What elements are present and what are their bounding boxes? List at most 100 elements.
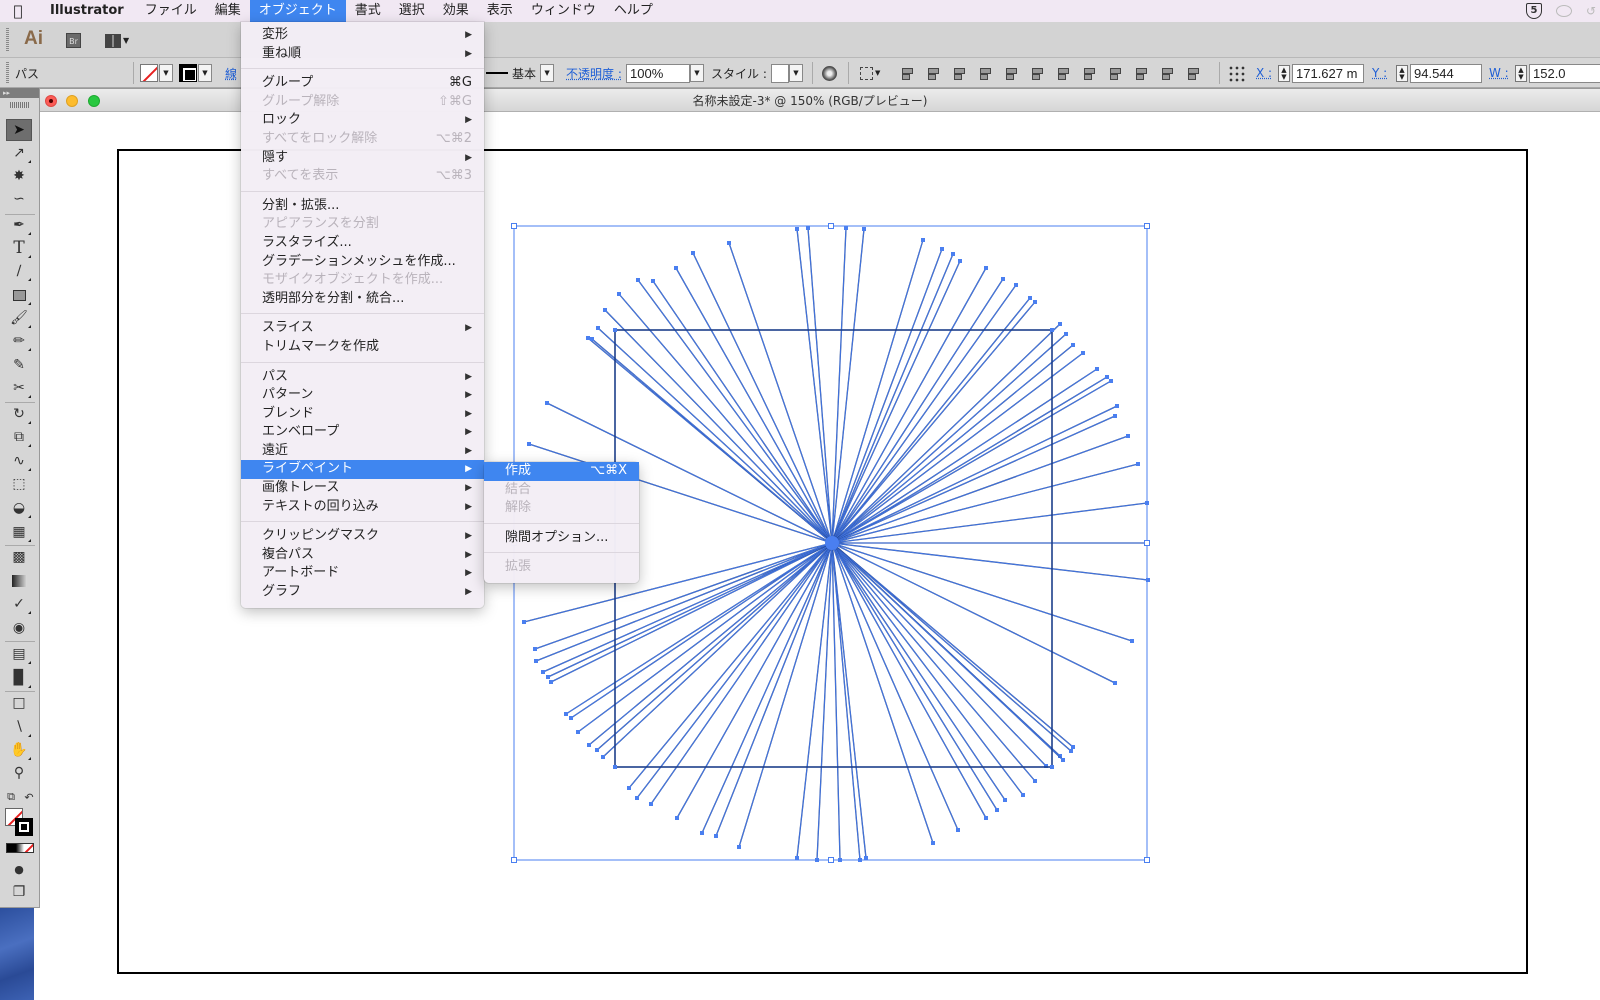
stroke-style-dropdown[interactable]: ▼ (540, 64, 555, 82)
align-top-icon[interactable] (978, 66, 992, 80)
object-menu-item[interactable]: 画像トレース ▶ (241, 479, 484, 498)
align-vertical-center-icon[interactable] (1004, 66, 1018, 80)
w-input[interactable]: 152.0 (1529, 63, 1600, 83)
object-menu-item[interactable]: アートボード ▶ (241, 564, 484, 583)
object-menu-item[interactable]: グラフ ▶ (241, 583, 484, 602)
shape-builder-tool[interactable]: ◒ (6, 497, 32, 519)
pencil-tool[interactable]: ✏ (6, 330, 32, 352)
stroke-style-control[interactable]: 基本 ▼ (486, 58, 555, 88)
graphic-style-dropdown[interactable]: ▼ (789, 64, 803, 82)
pen-tool[interactable]: ✒ (6, 214, 32, 236)
object-menu-item[interactable]: スライス ▶ (241, 319, 484, 338)
distribute-bottom-icon[interactable] (1108, 66, 1122, 80)
rotate-tool[interactable]: ↻ (6, 403, 32, 425)
object-menu-item[interactable]: ブレンド ▶ (241, 405, 484, 424)
eyedropper-tool[interactable]: ✓ (6, 593, 32, 615)
distribute-right-icon[interactable] (1186, 66, 1200, 80)
w-label[interactable]: W : (1489, 66, 1509, 80)
object-menu-item[interactable]: パターン ▶ (241, 386, 484, 405)
align-right-icon[interactable] (952, 66, 966, 80)
distribute-horizontal-center-icon[interactable] (1160, 66, 1174, 80)
fill-swatch-control[interactable]: ▼ (140, 58, 173, 88)
menu-select[interactable]: 選択 (390, 0, 434, 22)
hand-tool[interactable]: ✋ (6, 739, 32, 761)
object-menu-item[interactable]: パス ▶ (241, 368, 484, 387)
y-input[interactable]: 94.544 mm (1410, 63, 1482, 98)
graphic-style-control[interactable]: ▼ (771, 58, 803, 88)
object-menu-item[interactable]: ロック ▶ (241, 111, 484, 130)
menu-effect[interactable]: 効果 (434, 0, 478, 22)
object-menu-item[interactable]: テキストの回り込み ▶ (241, 498, 484, 517)
graphic-style-swatch[interactable] (771, 63, 789, 83)
shield-s-icon[interactable]: 5 (1525, 3, 1542, 19)
tools-panel-grip[interactable] (10, 102, 29, 108)
blob-brush-tool[interactable]: ✎ (6, 354, 32, 376)
tools-panel-collapse[interactable]: ▸▸ (0, 88, 39, 98)
object-menu-item[interactable]: 分割・拡張... (241, 197, 484, 216)
x-input[interactable]: 171.627 m (1292, 63, 1364, 83)
menu-view[interactable]: 表示 (478, 0, 522, 22)
y-label[interactable]: Y : (1372, 66, 1387, 80)
align-horizontal-center-icon[interactable] (926, 66, 940, 80)
object-menu-item[interactable]: エンベロープ ▶ (241, 423, 484, 442)
default-fill-stroke-icon[interactable]: ⧉ (2, 786, 20, 808)
object-menu-item[interactable]: 変形 ▶ (241, 26, 484, 45)
partial-icon[interactable]: ↺ (1586, 4, 1596, 18)
x-label[interactable]: X : (1256, 66, 1272, 80)
menu-illustrator[interactable]: Illustrator (36, 0, 136, 22)
magic-wand-tool[interactable]: ✸ (6, 165, 32, 187)
menu-object[interactable]: オブジェクト (249, 0, 346, 22)
swap-fill-stroke-icon[interactable]: ↶ (20, 786, 38, 808)
menu-window[interactable]: ウィンドウ (522, 0, 605, 22)
appbar-grip[interactable] (6, 28, 9, 52)
stroke-color-indicator[interactable] (15, 818, 33, 836)
menu-edit[interactable]: 編集 (206, 0, 250, 22)
line-segment-tool[interactable]: ∕ (6, 260, 32, 282)
scissors-tool[interactable]: ✂ (6, 377, 32, 399)
scale-tool[interactable]: ⧉ (6, 426, 32, 448)
perspective-grid-tool[interactable]: ▦ (6, 521, 32, 543)
column-graph-tool[interactable]: ▉ (6, 667, 32, 689)
bridge-button[interactable]: Br (66, 33, 81, 48)
live-paint-item[interactable]: 作成 ⌥⌘X (484, 462, 639, 481)
controlbar-grip[interactable] (6, 62, 9, 84)
align-bottom-icon[interactable] (1030, 66, 1044, 80)
puppet-warp-tool[interactable]: ∿ (6, 450, 32, 472)
object-menu-item[interactable]: グループ ⌘G (241, 74, 484, 93)
distribute-top-icon[interactable] (1056, 66, 1070, 80)
object-menu-item[interactable]: グラデーションメッシュを作成... (241, 253, 484, 272)
menu-file[interactable]: ファイル (136, 0, 206, 22)
symbol-sprayer-tool[interactable]: ▤ (6, 643, 32, 665)
lasso-tool[interactable]: ∽ (6, 188, 32, 210)
live-paint-item[interactable]: 隙間オプション... (484, 529, 639, 548)
apple-logo-icon[interactable]:  (0, 2, 36, 20)
stroke-dropdown[interactable]: ▼ (198, 64, 212, 82)
arrange-documents-button[interactable]: ▼ (105, 32, 131, 49)
drawing-mode-icon[interactable]: ● (6, 858, 32, 880)
w-stepper[interactable]: ▲ ▼ (1515, 64, 1527, 82)
align-to-selection-button[interactable]: ▼ (860, 58, 880, 88)
x-stepper[interactable]: ▲ ▼ (1278, 64, 1290, 82)
stroke-link[interactable]: 線 (225, 65, 237, 82)
gradient-button[interactable] (15, 844, 25, 852)
menu-help[interactable]: ヘルプ (605, 0, 662, 22)
distribute-left-icon[interactable] (1134, 66, 1148, 80)
zoom-tool[interactable]: ⚲ (6, 762, 32, 784)
object-menu-item[interactable]: クリッピングマスク ▶ (241, 527, 484, 546)
reference-point-icon[interactable] (1228, 64, 1245, 82)
artboard-tool[interactable]: □ (6, 692, 32, 714)
opacity-dropdown[interactable]: ▼ (690, 64, 704, 82)
slice-tool[interactable]: ∖ (6, 716, 32, 738)
none-button[interactable] (24, 844, 34, 852)
object-menu-item[interactable]: 重ね順 ▶ (241, 45, 484, 64)
fill-none-swatch[interactable] (140, 64, 158, 82)
opacity-input[interactable]: 100% (626, 63, 690, 83)
y-stepper[interactable]: ▲ ▼ (1396, 64, 1408, 82)
blend-tool[interactable]: ◉ (6, 617, 32, 639)
align-left-icon[interactable] (900, 66, 914, 80)
object-menu-item[interactable]: 透明部分を分割・統合... (241, 290, 484, 309)
free-transform-tool[interactable]: ⬚ (6, 473, 32, 495)
distribute-vertical-center-icon[interactable] (1082, 66, 1096, 80)
menu-type[interactable]: 書式 (346, 0, 390, 22)
rectangle-tool[interactable] (6, 284, 32, 306)
